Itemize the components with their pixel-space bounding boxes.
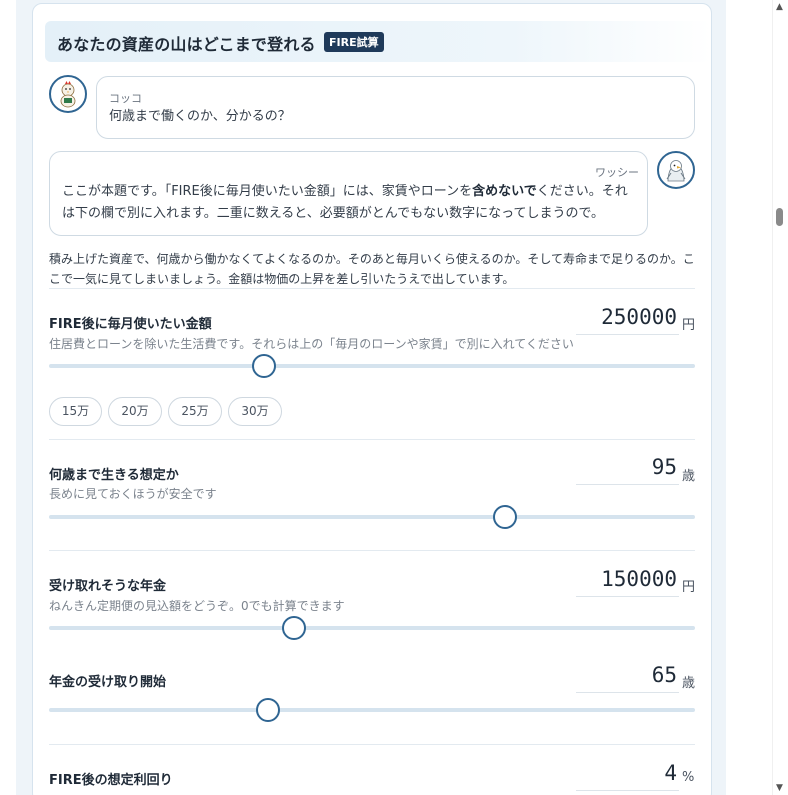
scrollbar[interactable] bbox=[772, 0, 788, 795]
monthly-spend-label: FIRE後に毎月使いたい金額 bbox=[49, 317, 212, 332]
monthly-spend-slider-track[interactable] bbox=[49, 364, 695, 368]
pension-label: 受け取れそうな年金 bbox=[49, 579, 167, 594]
intro-text: 積み上げた資産で、何歳から働かなくてよくなるのか。そのあと毎月いくら使えるのか。… bbox=[49, 252, 695, 286]
monthly-spend-help: 住居費とローンを除いた生活費です。それらは上の「毎月のローンや家賃」で別に入れて… bbox=[49, 337, 574, 351]
preset-chip-15man[interactable]: 15万 bbox=[49, 397, 102, 426]
speech-text-emphasis: 含めないで bbox=[472, 184, 537, 199]
eagle-avatar-icon bbox=[657, 151, 695, 189]
return-rate-label: FIRE後の想定利回り bbox=[49, 773, 173, 788]
divider bbox=[49, 439, 695, 440]
preset-chip-20man[interactable]: 20万 bbox=[108, 397, 162, 426]
pension-slider-thumb[interactable] bbox=[282, 616, 306, 640]
pension-start-input[interactable]: 65 bbox=[576, 663, 679, 693]
return-rate-unit: % bbox=[682, 770, 695, 785]
life-expectancy-label: 何歳まで生きる想定か bbox=[49, 468, 179, 483]
speech-text: 何歳まで働くのか、分かるの？ bbox=[109, 109, 291, 124]
preset-chip-25man[interactable]: 25万 bbox=[168, 397, 222, 426]
monthly-spend-unit: 円 bbox=[682, 318, 696, 333]
scrollbar-thumb[interactable] bbox=[776, 208, 783, 226]
pension-unit: 円 bbox=[682, 580, 696, 595]
section-title: あなたの資産の山はどこまで登れる bbox=[57, 35, 316, 54]
life-expectancy-slider-track[interactable] bbox=[49, 515, 695, 519]
wasshi-speech-bubble: ワッシー ここが本題です。「FIRE後に毎月使いたい金額」には、家賃やローンを含… bbox=[49, 151, 648, 236]
monthly-spend-slider-thumb[interactable] bbox=[252, 354, 276, 378]
life-expectancy-unit: 歳 bbox=[682, 469, 696, 484]
scroll-up-arrow-icon[interactable]: ▲ bbox=[776, 2, 783, 12]
preset-chip-30man[interactable]: 30万 bbox=[228, 397, 282, 426]
speaker-name: コッコ bbox=[109, 92, 142, 105]
pension-help: ねんきん定期便の見込額をどうぞ。0でも計算できます bbox=[49, 599, 345, 613]
pension-input[interactable]: 150000 bbox=[576, 567, 679, 597]
pension-start-slider-track[interactable] bbox=[49, 708, 695, 712]
divider bbox=[49, 744, 695, 745]
fire-badge: FIRE試算 bbox=[324, 32, 384, 52]
pension-start-slider-thumb[interactable] bbox=[256, 698, 280, 722]
pension-start-label: 年金の受け取り開始 bbox=[49, 675, 167, 690]
life-expectancy-help: 長めに見ておくほうが安全です bbox=[49, 487, 217, 501]
speech-text: ここが本題です。「FIRE後に毎月使いたい金額」には、家賃やローンを含めないでく… bbox=[62, 181, 640, 225]
chicken-avatar-icon bbox=[49, 75, 87, 113]
divider bbox=[49, 288, 695, 289]
pension-slider-track[interactable] bbox=[49, 626, 695, 630]
speech-text-part: ここが本題です。「FIRE後に毎月使いたい金額」には、家賃やローンを bbox=[62, 184, 473, 199]
monthly-spend-input[interactable]: 250000 bbox=[576, 305, 679, 335]
return-rate-input[interactable]: 4 bbox=[576, 761, 679, 791]
section-header: あなたの資産の山はどこまで登れる FIRE試算 bbox=[45, 21, 711, 62]
scroll-down-arrow-icon[interactable]: ▼ bbox=[776, 783, 783, 793]
life-expectancy-input[interactable]: 95 bbox=[576, 455, 679, 485]
kokko-speech-bubble: コッコ 何歳まで働くのか、分かるの？ bbox=[96, 76, 695, 139]
life-expectancy-slider-thumb[interactable] bbox=[493, 505, 517, 529]
divider bbox=[49, 550, 695, 551]
pension-start-unit: 歳 bbox=[682, 676, 696, 691]
speaker-name: ワッシー bbox=[595, 166, 639, 179]
